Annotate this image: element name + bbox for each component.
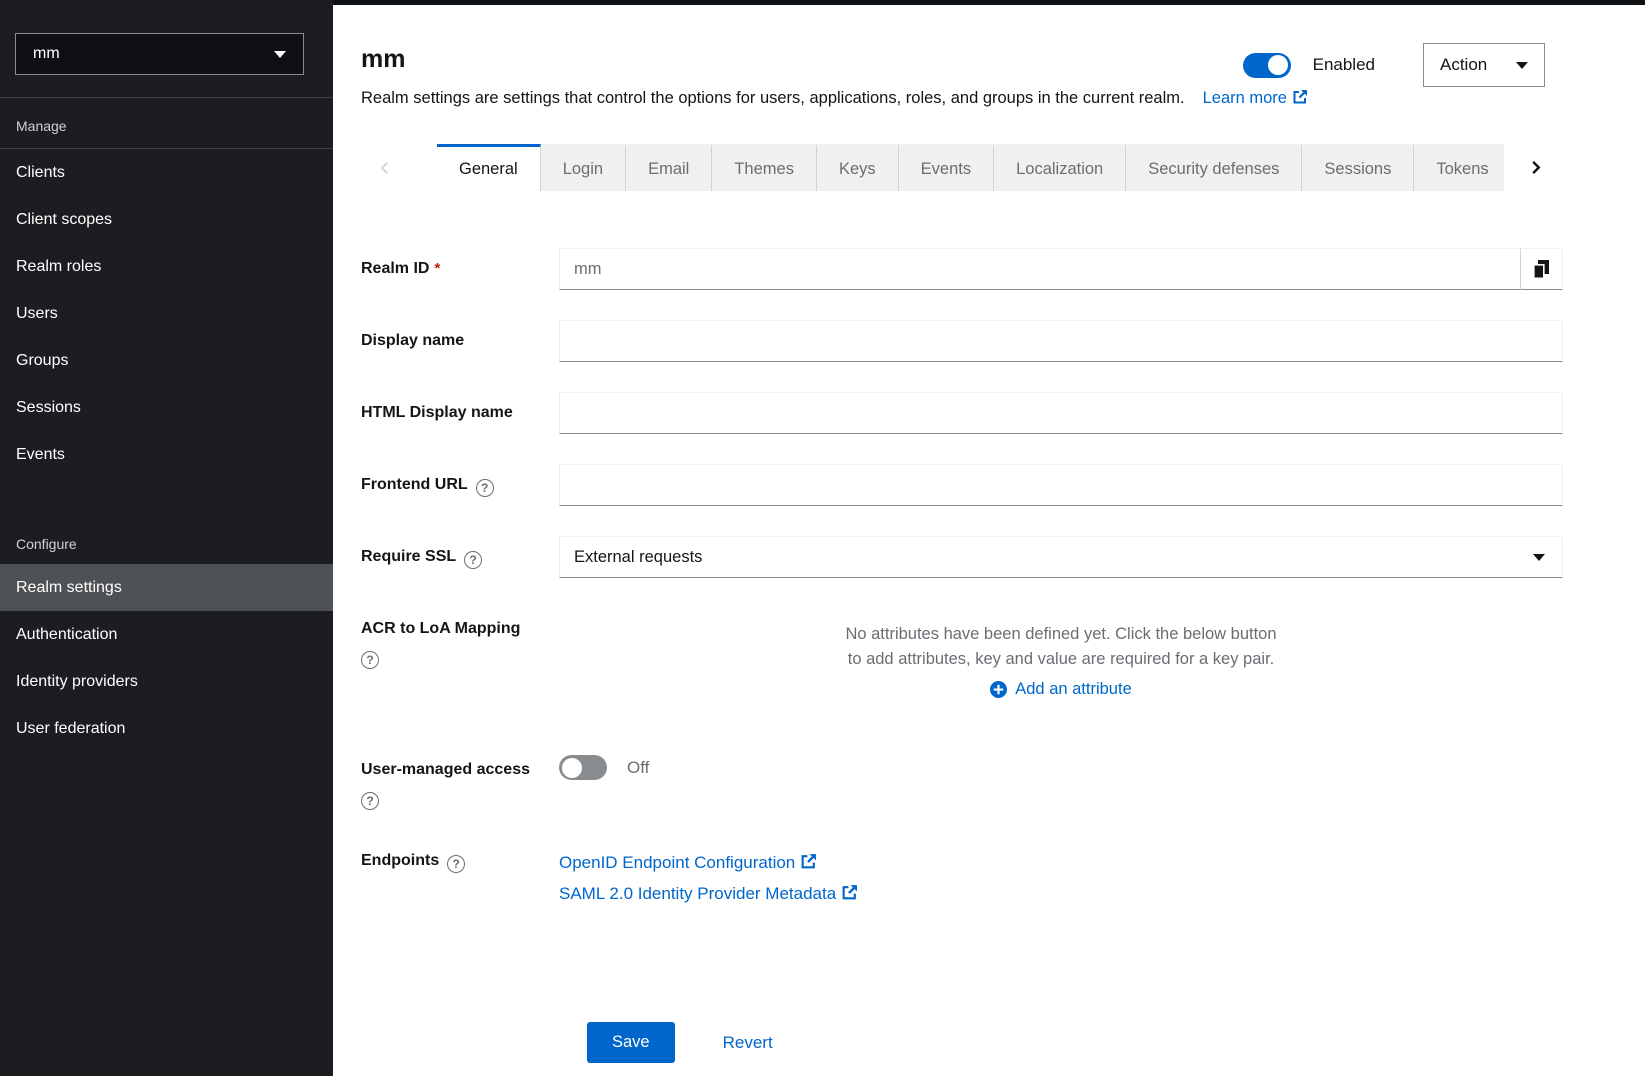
frontend-url-row: Frontend URL? — [361, 464, 1563, 506]
frontend-url-label: Frontend URL? — [361, 464, 559, 497]
tab-scroll-right-button[interactable] — [1504, 144, 1566, 191]
required-asterisk: * — [434, 260, 440, 277]
user-managed-access-row: User-managed access ? Off — [361, 749, 1563, 810]
tab-sessions[interactable]: Sessions — [1302, 144, 1414, 191]
require-ssl-label: Require SSL? — [361, 536, 559, 569]
tab-security-defenses[interactable]: Security defenses — [1126, 144, 1302, 191]
display-name-row: Display name — [361, 320, 1563, 362]
sidebar-item-client-scopes[interactable]: Client scopes — [0, 196, 333, 243]
enabled-label: Enabled — [1313, 55, 1375, 75]
page-description-text: Realm settings are settings that control… — [361, 89, 1185, 107]
tab-localization[interactable]: Localization — [994, 144, 1126, 191]
sidebar-section-configure: Configure — [0, 520, 333, 564]
tab-email[interactable]: Email — [626, 144, 712, 191]
sidebar-configure-nav: Realm settings Authentication Identity p… — [0, 564, 333, 752]
copy-button[interactable] — [1520, 248, 1563, 290]
user-managed-access-control: Off — [559, 749, 1563, 780]
display-name-input[interactable] — [559, 320, 1563, 362]
user-managed-access-state: Off — [627, 758, 649, 778]
revert-link[interactable]: Revert — [723, 1033, 773, 1053]
acr-empty-state: No attributes have been defined yet. Cli… — [559, 608, 1563, 699]
sidebar-item-realm-roles[interactable]: Realm roles — [0, 243, 333, 290]
frontend-url-input[interactable] — [559, 464, 1563, 506]
header-controls: Enabled Action — [1243, 43, 1545, 87]
html-display-name-row: HTML Display name — [361, 392, 1563, 434]
openid-endpoint-configuration-link[interactable]: OpenID Endpoint Configuration — [559, 848, 817, 879]
sidebar-item-identity-providers[interactable]: Identity providers — [0, 658, 333, 705]
realm-selector-dropdown[interactable]: mm — [15, 33, 304, 75]
add-attribute-link[interactable]: Add an attribute — [559, 680, 1563, 699]
sidebar-item-user-federation[interactable]: User federation — [0, 705, 333, 752]
tab-tokens[interactable]: Tokens — [1414, 144, 1504, 191]
help-icon[interactable]: ? — [361, 792, 379, 810]
general-settings-form: Realm ID* Display name HTML Display name… — [333, 248, 1645, 1063]
chevron-down-icon — [1533, 554, 1545, 561]
acr-to-loa-label: ACR to LoA Mapping ? — [361, 608, 559, 669]
user-managed-access-toggle[interactable] — [559, 755, 607, 780]
acr-empty-text: No attributes have been defined yet. Cli… — [841, 622, 1281, 672]
realm-id-input[interactable] — [559, 248, 1520, 290]
realm-id-input-group — [559, 248, 1563, 290]
realm-selector-value: mm — [33, 45, 60, 63]
chevron-left-icon — [378, 160, 392, 176]
sidebar-item-events[interactable]: Events — [0, 431, 333, 478]
realm-id-row: Realm ID* — [361, 248, 1563, 290]
help-icon[interactable]: ? — [476, 479, 494, 497]
external-link-icon — [800, 850, 817, 879]
tab-events[interactable]: Events — [899, 144, 994, 191]
user-managed-access-label: User-managed access ? — [361, 749, 559, 810]
external-link-icon — [1292, 89, 1308, 110]
saml-metadata-link[interactable]: SAML 2.0 Identity Provider Metadata — [559, 879, 858, 910]
form-actions: Save Revert — [361, 1022, 1563, 1063]
realm-id-label: Realm ID* — [361, 248, 559, 279]
require-ssl-row: Require SSL? External requests — [361, 536, 1563, 578]
html-display-name-input[interactable] — [559, 392, 1563, 434]
sidebar-item-users[interactable]: Users — [0, 290, 333, 337]
tabs-bar: General Login Email Themes Keys Events L… — [333, 144, 1645, 191]
endpoints-row: Endpoints? OpenID Endpoint Configuration… — [361, 840, 1563, 910]
help-icon[interactable]: ? — [361, 651, 379, 669]
main-content: mm Realm settings are settings that cont… — [333, 0, 1645, 1076]
chevron-down-icon — [274, 51, 286, 58]
page-header: mm Realm settings are settings that cont… — [333, 5, 1645, 110]
chevron-right-icon — [1528, 159, 1543, 176]
sidebar-item-realm-settings[interactable]: Realm settings — [0, 564, 333, 611]
require-ssl-select-wrap: External requests — [559, 536, 1563, 578]
endpoints-links: OpenID Endpoint Configuration SAML 2.0 I… — [559, 840, 1563, 910]
learn-more-link[interactable]: Learn more — [1203, 89, 1308, 107]
save-button[interactable]: Save — [587, 1022, 675, 1063]
require-ssl-select[interactable]: External requests — [559, 536, 1563, 578]
page-description: Realm settings are settings that control… — [361, 89, 1617, 110]
help-icon[interactable]: ? — [447, 855, 465, 873]
realm-enabled-toggle[interactable] — [1243, 53, 1291, 78]
display-name-label: Display name — [361, 320, 559, 351]
tab-scroll-left-button[interactable] — [333, 144, 437, 191]
require-ssl-selected-value: External requests — [574, 548, 702, 567]
chevron-down-icon — [1516, 62, 1528, 69]
help-icon[interactable]: ? — [464, 551, 482, 569]
tab-keys[interactable]: Keys — [817, 144, 899, 191]
html-display-name-label: HTML Display name — [361, 392, 559, 423]
sidebar-item-groups[interactable]: Groups — [0, 337, 333, 384]
external-link-icon — [841, 881, 858, 910]
plus-circle-icon — [990, 681, 1007, 698]
sidebar-item-clients[interactable]: Clients — [0, 149, 333, 196]
toggle-knob — [1268, 55, 1288, 75]
tab-general[interactable]: General — [437, 144, 541, 191]
toggle-knob — [562, 758, 582, 778]
sidebar-section-manage: Manage — [0, 98, 333, 148]
action-dropdown-label: Action — [1440, 55, 1487, 75]
acr-to-loa-row: ACR to LoA Mapping ? No attributes have … — [361, 608, 1563, 699]
sidebar-item-sessions[interactable]: Sessions — [0, 384, 333, 431]
tabs-strip: General Login Email Themes Keys Events L… — [437, 144, 1504, 191]
tab-login[interactable]: Login — [541, 144, 626, 191]
action-dropdown-button[interactable]: Action — [1423, 43, 1545, 87]
sidebar-manage-nav: Clients Client scopes Realm roles Users … — [0, 149, 333, 478]
sidebar-item-authentication[interactable]: Authentication — [0, 611, 333, 658]
tab-themes[interactable]: Themes — [712, 144, 817, 191]
copy-icon — [1533, 260, 1550, 279]
endpoints-label: Endpoints? — [361, 840, 559, 873]
sidebar: mm Manage Clients Client scopes Realm ro… — [0, 0, 333, 1076]
